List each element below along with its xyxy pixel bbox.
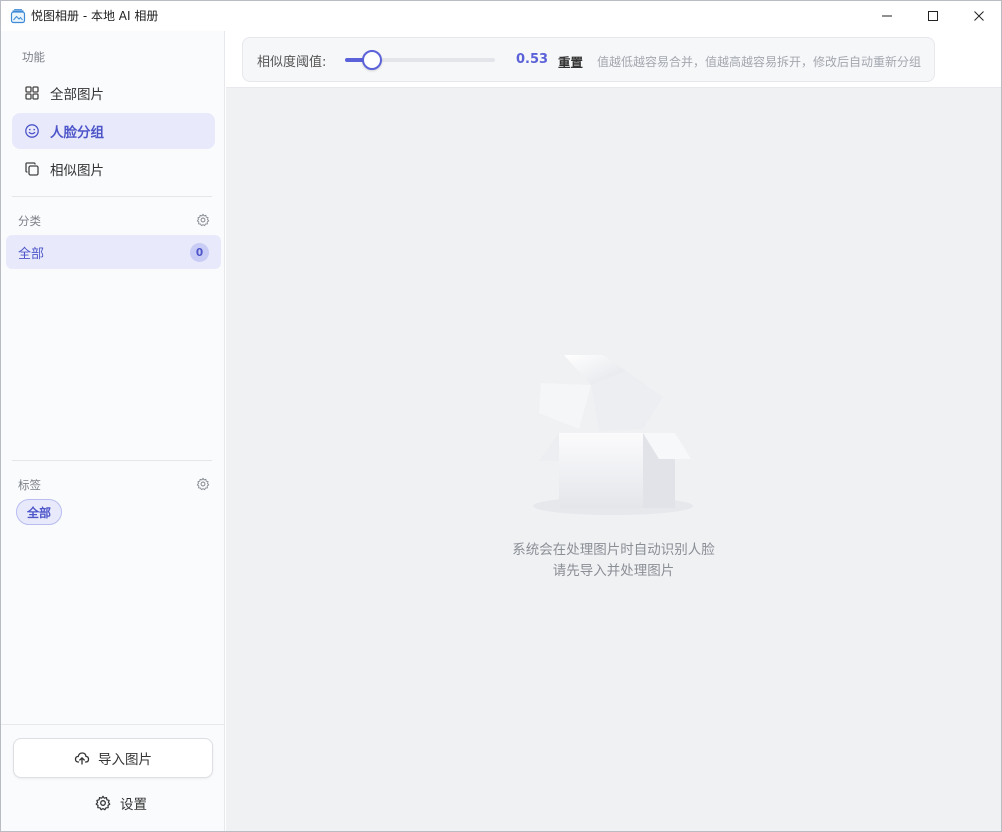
sidebar: 功能 全部图片 人脸分组 相似图片 分类 全部 0 标签 全部 导入图片 设置 [1, 31, 225, 831]
title-bar: 悦图相册 - 本地 AI 相册 [1, 1, 1001, 31]
maximize-button[interactable] [910, 1, 956, 31]
threshold-value: 0.53 [516, 52, 549, 67]
minimize-button[interactable] [864, 1, 910, 31]
nav-all-images[interactable]: 全部图片 [12, 75, 215, 111]
empty-box-illustration [531, 351, 696, 521]
tag-chip-all[interactable]: 全部 [16, 499, 63, 525]
grid-icon [24, 85, 40, 101]
close-button[interactable] [956, 1, 1002, 31]
threshold-slider[interactable] [345, 50, 495, 70]
smile-icon [24, 123, 40, 139]
sidebar-footer-divider [1, 724, 224, 725]
settings-label: 设置 [120, 797, 147, 813]
functions-section-label: 功能 [22, 50, 45, 64]
categories-section-label: 分类 [18, 214, 41, 228]
threshold-hint: 值越低越容易合并，值越高越容易拆开，修改后自动重新分组 [597, 55, 922, 69]
empty-state-submessage: 请先导入并处理图片 [552, 563, 675, 579]
category-item-all[interactable]: 全部 0 [6, 235, 221, 269]
window-title: 悦图相册 - 本地 AI 相册 [31, 9, 159, 23]
import-images-button[interactable]: 导入图片 [13, 738, 213, 778]
nav-face-groups[interactable]: 人脸分组 [12, 113, 215, 149]
nav-face-groups-label: 人脸分组 [50, 125, 104, 141]
slider-thumb[interactable] [362, 50, 382, 70]
close-icon [974, 11, 984, 21]
app-logo-icon [10, 8, 26, 24]
import-images-label: 导入图片 [98, 752, 152, 768]
threshold-panel: 相似度阈值: 0.53 重置 值越低越容易合并，值越高越容易拆开，修改后自动重新… [242, 37, 935, 82]
nav-similar-images[interactable]: 相似图片 [12, 151, 215, 187]
copy-icon [24, 161, 40, 177]
category-item-all-label: 全部 [18, 246, 45, 262]
settings-button[interactable]: 设置 [71, 791, 171, 815]
upload-cloud-icon [74, 750, 90, 766]
reset-button[interactable]: 重置 [558, 52, 583, 71]
maximize-icon [928, 11, 938, 21]
category-count-badge: 0 [190, 243, 209, 262]
gear-icon [95, 795, 111, 811]
nav-all-images-label: 全部图片 [50, 87, 104, 103]
sidebar-divider [12, 196, 212, 197]
main-content: 相似度阈值: 0.53 重置 值越低越容易合并，值越高越容易拆开，修改后自动重新… [226, 31, 1001, 831]
tags-section-label: 标签 [18, 478, 41, 492]
app-window: 悦图相册 - 本地 AI 相册 功能 全部图片 人脸分组 相似图片 分类 全部 … [0, 0, 1002, 832]
minimize-icon [882, 15, 892, 17]
threshold-label: 相似度阈值: [257, 55, 327, 70]
tags-settings-gear-icon[interactable] [196, 477, 210, 491]
toolbar: 相似度阈值: 0.53 重置 值越低越容易合并，值越高越容易拆开，修改后自动重新… [226, 31, 1001, 88]
nav-similar-images-label: 相似图片 [50, 163, 104, 179]
empty-state-message: 系统会在处理图片时自动识别人脸 [512, 542, 715, 558]
categories-settings-gear-icon[interactable] [196, 213, 210, 227]
sidebar-divider [12, 460, 212, 461]
